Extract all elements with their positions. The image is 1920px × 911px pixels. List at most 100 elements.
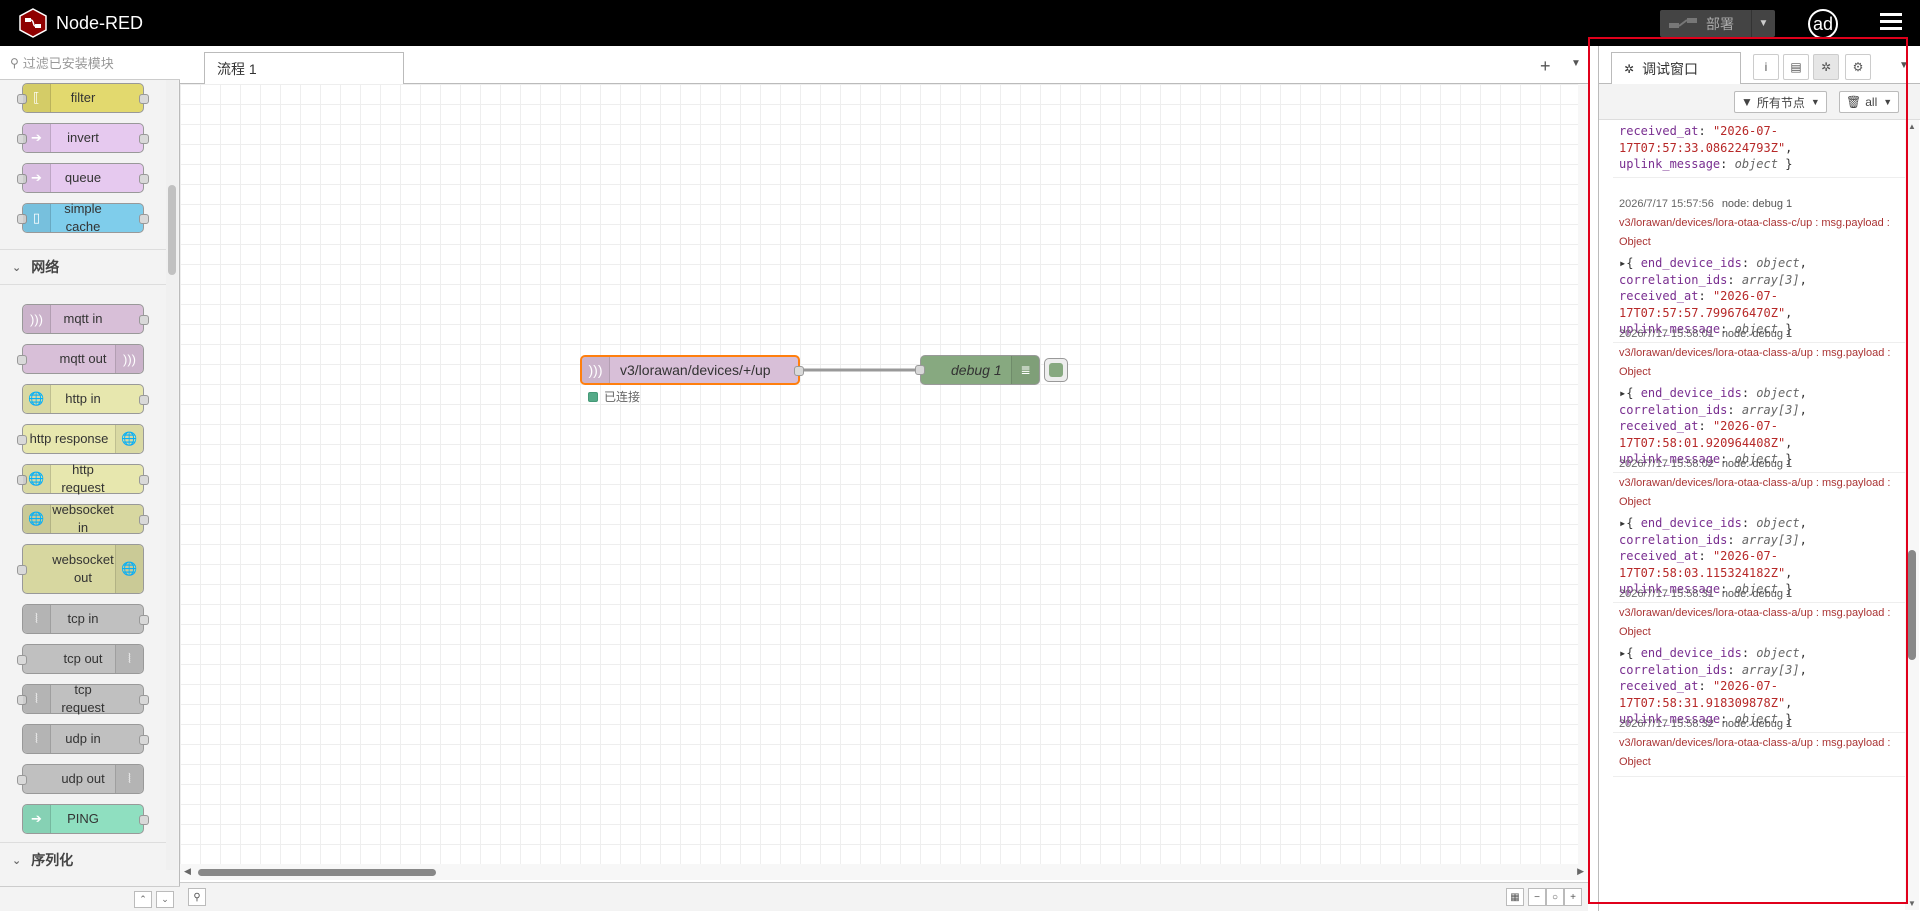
arrow-right-icon: ➔ [23, 805, 51, 833]
workspace-footer: ⚲ ▦ − ○ + [180, 882, 1588, 911]
debug-bug-icon[interactable]: ✲ [1813, 54, 1839, 80]
palette-search-input[interactable]: ⚲ 过滤已安装模块 [0, 46, 180, 80]
debug-node-label: debug 1 [951, 362, 1002, 378]
palette-node-http-in[interactable]: 🌐 http in [22, 384, 149, 414]
workspace-horizontal-scrollbar[interactable]: ◀ ▶ [180, 864, 1588, 880]
sidebar-menu-caret-icon[interactable]: ▼ [1899, 60, 1909, 71]
palette-node-websocket-out[interactable]: websocket out 🌐 [17, 544, 144, 594]
palette-node-simple-cache[interactable]: ▯ simple cache [17, 201, 149, 234]
scroll-left-icon[interactable]: ◀ [184, 866, 191, 877]
info-icon[interactable]: i [1753, 54, 1779, 80]
flow-canvas[interactable]: ))) v3/lorawan/devices/+/up 已连接 debug 1 … [180, 84, 1578, 864]
debug-message[interactable]: 2026/7/17 15:57:56 node: debug 1 v3/lorawa… [1613, 194, 1905, 343]
wifi-icon: ))) [115, 345, 143, 373]
debug-message[interactable]: 2026/7/17 15:58:31 node: debug 1 v3/lorawa… [1613, 584, 1905, 733]
deploy-button[interactable]: 部署 ▼ [1660, 10, 1775, 37]
debug-message-node[interactable]: node: debug 1 [1722, 718, 1792, 730]
output-port[interactable] [794, 366, 804, 376]
palette-node-tcp-in[interactable]: ⦚ tcp in [22, 604, 149, 634]
payload-key: end_device_ids [1640, 386, 1742, 400]
palette-node-mqtt-in[interactable]: ))) mqtt in [22, 304, 149, 334]
payload-string: "2026-07- [1712, 289, 1778, 303]
palette-node-tcp-out[interactable]: tcp out ⦚ [17, 644, 144, 674]
mqtt-in-node[interactable]: ))) v3/lorawan/devices/+/up [580, 355, 804, 385]
payload-line: uplink_message: object } [1619, 156, 1899, 173]
palette-node-queue[interactable]: ➔ queue [17, 163, 149, 193]
main-menu-icon[interactable] [1880, 13, 1902, 33]
payload-punct: ▸{ [1619, 646, 1641, 660]
debug-message-payload[interactable]: received_at: "2026-07- 17T07:57:33.086224… [1619, 123, 1899, 173]
palette-node-udp-in[interactable]: ⦚ udp in [22, 724, 149, 754]
payload-punct: , [1799, 256, 1807, 270]
payload-key: received_at [1619, 289, 1699, 303]
expand-all-icon[interactable]: ⌄ [156, 891, 174, 908]
app-title: Node-RED [56, 12, 144, 33]
scroll-down-icon[interactable]: ▼ [1908, 899, 1916, 908]
debug-node[interactable]: debug 1 ≣ [915, 355, 1040, 385]
add-flow-icon[interactable]: + [1540, 56, 1551, 77]
sidebar-scrollbar[interactable]: ▲ ▼ [1905, 120, 1919, 910]
debug-message[interactable]: received_at: "2026-07- 17T07:57:33.086224… [1613, 120, 1905, 178]
gear-icon[interactable]: ⚙ [1845, 54, 1871, 80]
filter-nodes-button[interactable]: ▼ 所有节点 ▼ [1734, 91, 1827, 113]
mqtt-node-status: 已连接 [588, 388, 640, 405]
workspace-vertical-scrollbar[interactable] [1578, 84, 1588, 864]
header-bar: Node-RED 部署 ▼ ad [0, 0, 1920, 46]
workspace-horizontal-scrollbar-thumb[interactable] [198, 869, 436, 876]
payload-punct: : [1698, 679, 1713, 693]
scroll-right-icon[interactable]: ▶ [1577, 866, 1584, 877]
palette-node-mqtt-out[interactable]: mqtt out ))) [17, 344, 144, 374]
debug-message[interactable]: 2026/7/17 15:58:01 node: debug 1 v3/lorawa… [1613, 324, 1905, 473]
search-flows-icon[interactable]: ⚲ [188, 888, 206, 906]
debug-message[interactable]: 2026/7/17 15:58:02 node: debug 1 v3/lorawa… [1613, 454, 1905, 603]
tab-label: 调试窗口 [1642, 60, 1699, 77]
palette-node-http-response[interactable]: http response 🌐 [17, 424, 144, 454]
sidebar-scrollbar-thumb[interactable] [1908, 550, 1916, 660]
palette-category-network[interactable]: ⌄ 网络 [0, 249, 166, 285]
payload-type: array[3] [1741, 402, 1800, 417]
palette-node-ping[interactable]: ➔ PING [22, 804, 149, 834]
palette-node-tcp-request[interactable]: ⦚ tcp request [17, 682, 149, 715]
payload-key: correlation_ids [1619, 402, 1728, 417]
globe-icon: 🌐 [23, 385, 51, 413]
tab-menu-caret-icon[interactable]: ▼ [1571, 58, 1581, 69]
palette-scrollbar-thumb[interactable] [168, 185, 176, 275]
palette-node-label: PING [67, 811, 99, 826]
palette-node-filter[interactable]: ⟦ filter [17, 83, 149, 113]
palette-scrollbar[interactable] [166, 80, 178, 870]
output-port [139, 815, 149, 825]
debug-message-node[interactable]: node: debug 1 [1722, 588, 1792, 600]
palette-node-udp-out[interactable]: udp out ⦚ [17, 764, 144, 794]
tab-flow-1[interactable]: 流程 1 [204, 52, 404, 85]
zoom-in-icon[interactable]: + [1564, 888, 1582, 906]
clear-messages-button[interactable]: 🗑 all ▼ [1839, 91, 1900, 113]
deploy-menu-caret-icon[interactable]: ▼ [1751, 10, 1775, 37]
input-port [17, 435, 27, 445]
scroll-up-icon[interactable]: ▲ [1908, 122, 1916, 131]
navigator-map-icon[interactable]: ▦ [1506, 888, 1524, 906]
debug-message-time: 2026/7/17 15:58:01 [1619, 328, 1714, 340]
zoom-reset-icon[interactable]: ○ [1546, 888, 1564, 906]
palette-node-http-request[interactable]: 🌐 http request [17, 462, 149, 495]
debug-toggle-button[interactable] [1044, 358, 1068, 382]
debug-message-node[interactable]: node: debug 1 [1722, 328, 1792, 340]
tab-debug[interactable]: ✲ 调试窗口 [1611, 52, 1741, 85]
book-icon[interactable]: ▤ [1783, 54, 1809, 80]
debug-message-list[interactable]: received_at: "2026-07- 17T07:57:33.086224… [1613, 120, 1905, 911]
input-port[interactable] [915, 365, 925, 375]
palette-category-serialize[interactable]: ⌄ 序列化 [0, 842, 166, 870]
palette-node-websocket-in[interactable]: 🌐 websocket in [22, 502, 149, 535]
palette-node-invert[interactable]: ➔ invert [17, 123, 149, 153]
debug-message[interactable]: 2026/7/17 15:58:32 node: debug 1 v3/lorawa… [1613, 714, 1905, 777]
collapse-all-icon[interactable]: ⌃ [134, 891, 152, 908]
payload-string: 17T07:57:33.086224793Z" [1619, 140, 1786, 155]
zoom-out-icon[interactable]: − [1528, 888, 1546, 906]
debug-message-node[interactable]: node: debug 1 [1722, 458, 1792, 470]
payload-line: received_at: "2026-07- [1619, 418, 1899, 435]
debug-message-topic: v3/lorawan/devices/lora-otaa-class-a/up … [1619, 607, 1891, 638]
debug-message-node[interactable]: node: debug 1 [1722, 198, 1792, 210]
payload-string: "2026-07- [1712, 549, 1778, 563]
payload-punct: , [1799, 532, 1807, 547]
debug-message-time: 2026/7/17 15:58:02 [1619, 458, 1714, 470]
user-avatar[interactable]: ad [1808, 9, 1838, 39]
